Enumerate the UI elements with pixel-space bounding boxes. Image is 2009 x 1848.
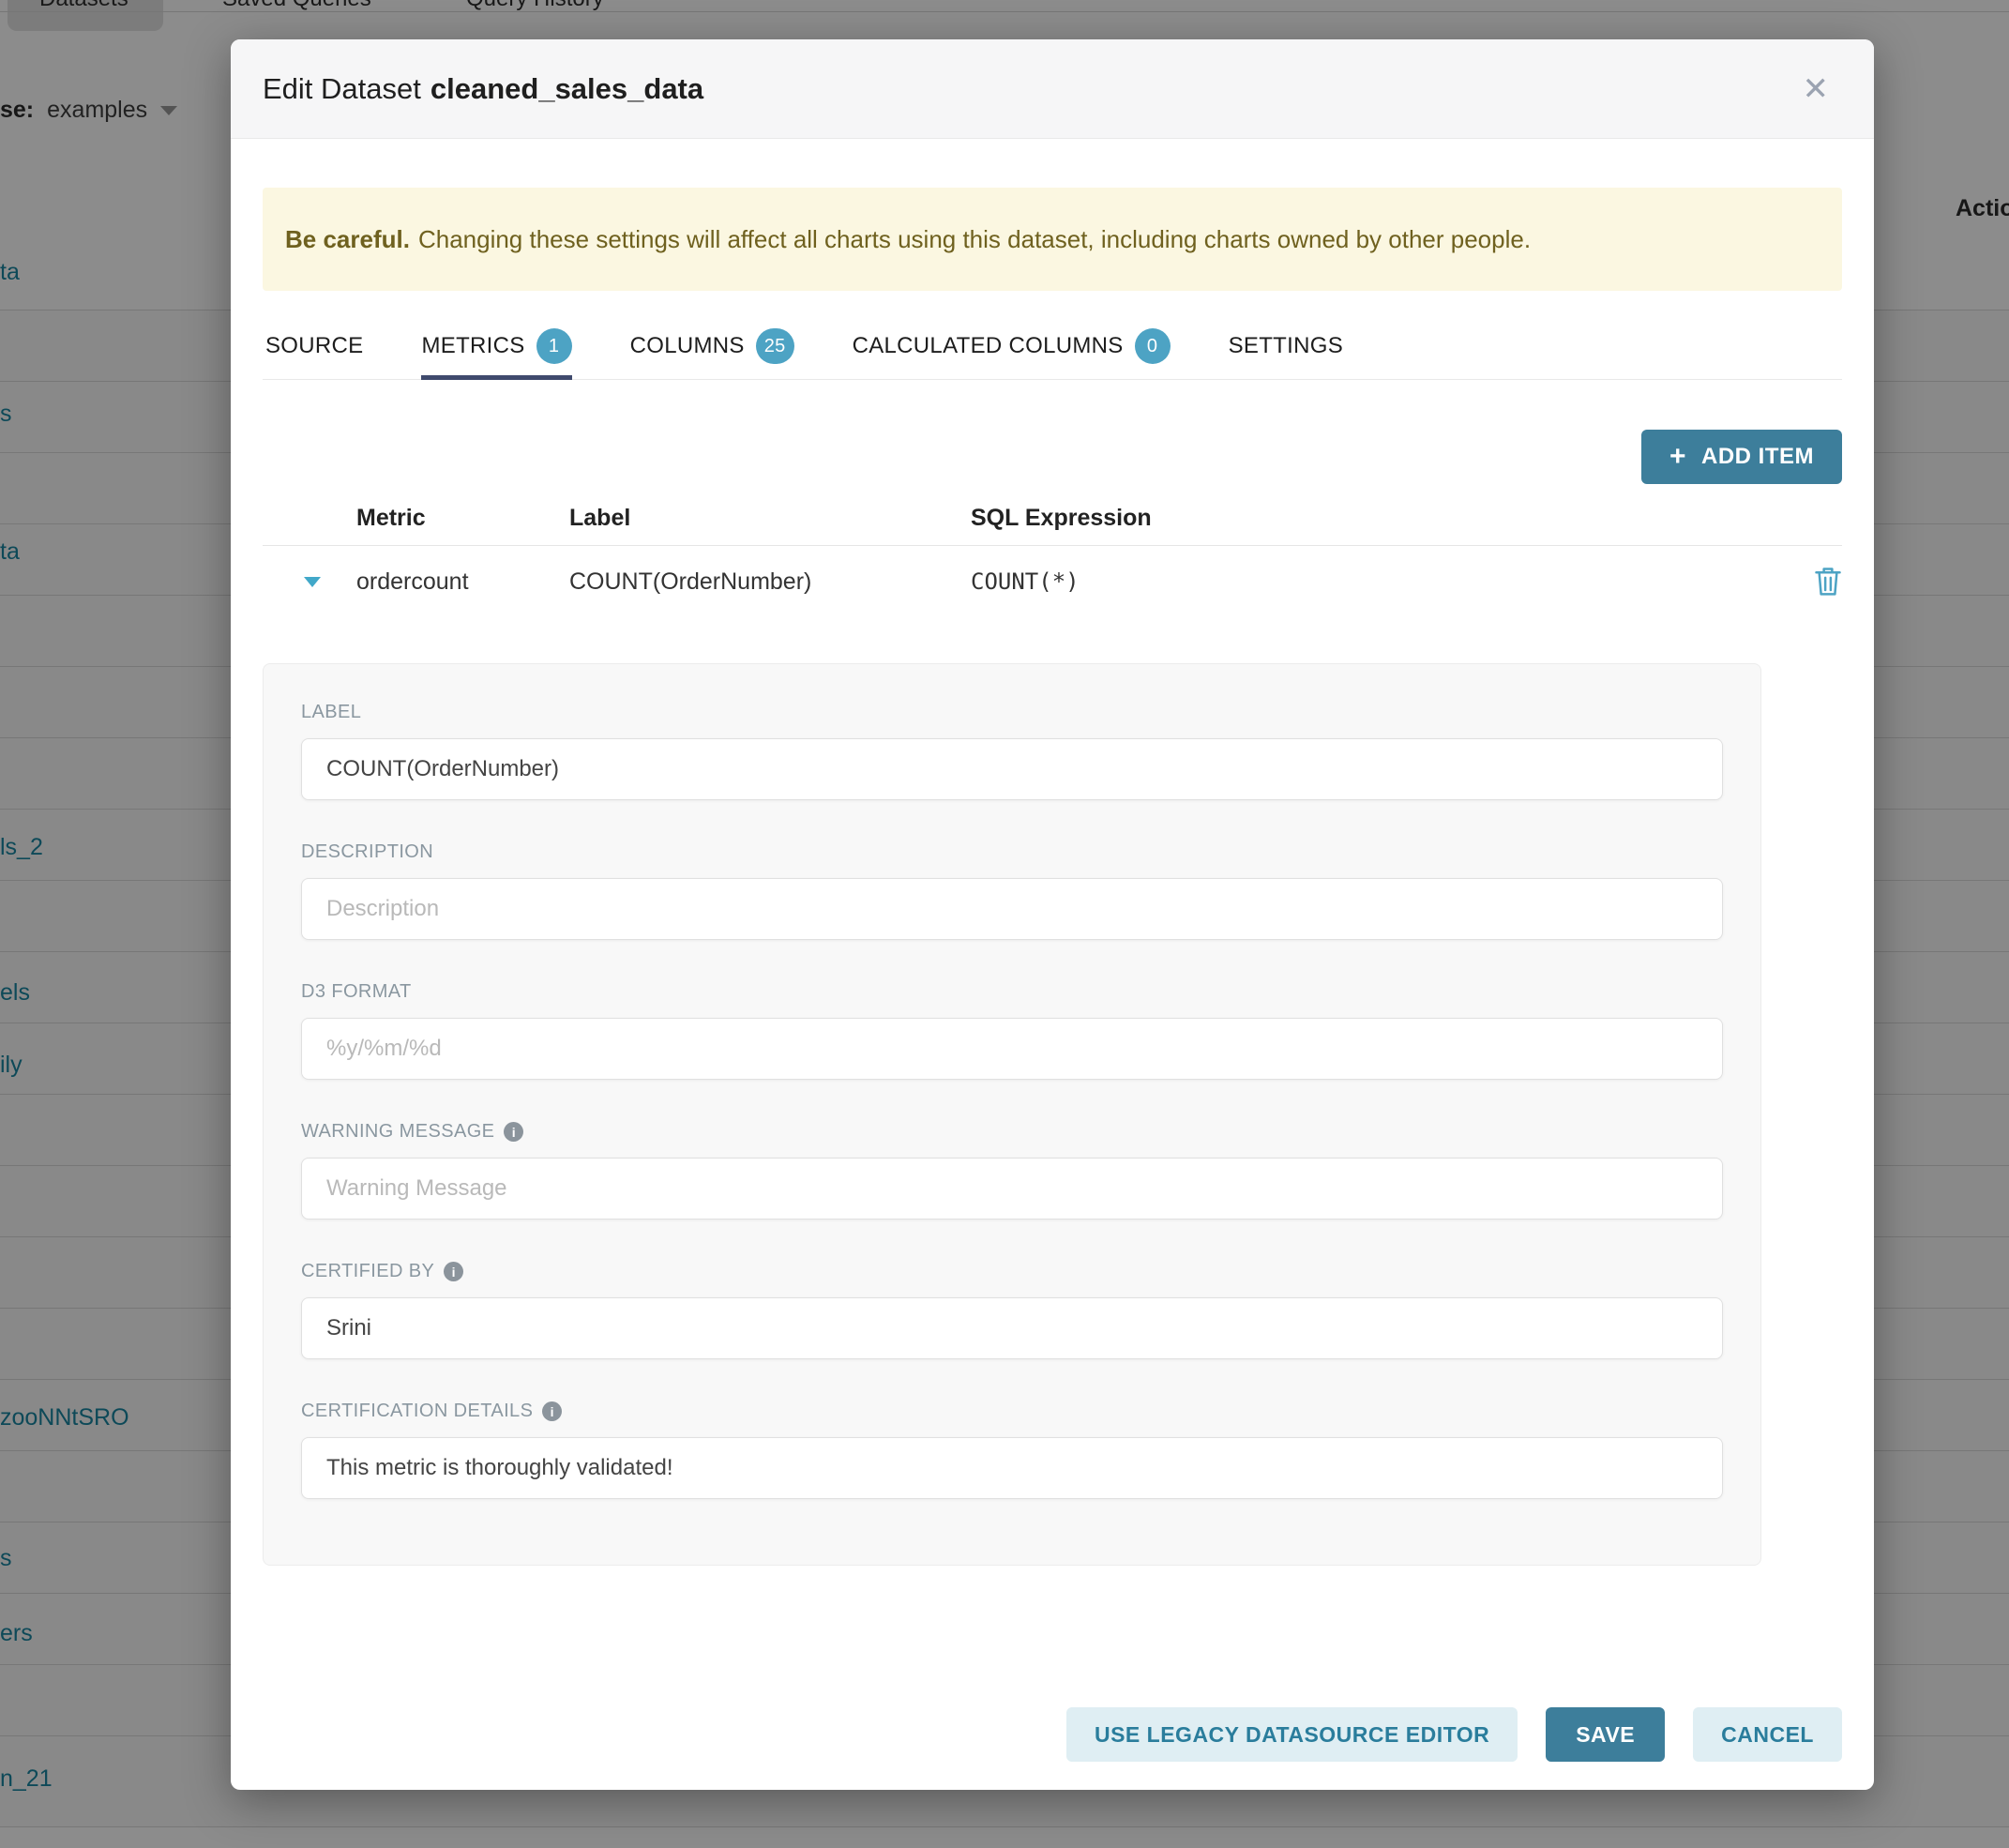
tab-calculated-columns-badge: 0 [1135, 328, 1171, 364]
save-button[interactable]: SAVE [1546, 1707, 1665, 1762]
modal-body: Be careful. Changing these settings will… [231, 139, 1874, 1790]
plus-icon: + [1669, 443, 1686, 471]
info-icon[interactable]: i [504, 1122, 523, 1142]
metrics-header-sql: SQL Expression [971, 505, 1786, 532]
tab-metrics[interactable]: METRICS 1 [421, 328, 571, 380]
modal-footer: USE LEGACY DATASOURCE EDITOR SAVE CANCEL [263, 1707, 1842, 1790]
label-input[interactable] [301, 738, 1723, 800]
warning-banner: Be careful. Changing these settings will… [263, 188, 1842, 291]
certified-by-field-label: CERTIFIED BY i [301, 1261, 1723, 1282]
metric-row: ordercount COUNT(OrderNumber) COUNT(*) [263, 546, 1842, 617]
tab-columns-label: COLUMNS [630, 333, 745, 359]
metrics-header-label: Label [569, 505, 971, 532]
certified-by-field-label-text: CERTIFIED BY [301, 1261, 434, 1282]
metrics-header-metric: Metric [356, 505, 569, 532]
add-item-button[interactable]: + ADD ITEM [1641, 430, 1842, 484]
tab-source[interactable]: SOURCE [265, 328, 363, 380]
metric-sql-expression: COUNT(*) [971, 568, 1786, 595]
description-input[interactable] [301, 878, 1723, 940]
certification-details-field-label-text: CERTIFICATION DETAILS [301, 1401, 533, 1422]
tab-source-label: SOURCE [265, 333, 363, 359]
metrics-table-header: Metric Label SQL Expression [263, 505, 1842, 546]
d3-format-field-label: D3 FORMAT [301, 981, 1723, 1003]
use-legacy-datasource-editor-button[interactable]: USE LEGACY DATASOURCE EDITOR [1066, 1707, 1518, 1762]
tab-settings[interactable]: SETTINGS [1229, 328, 1343, 380]
certification-details-field-label: CERTIFICATION DETAILS i [301, 1401, 1723, 1422]
metric-name: ordercount [356, 568, 569, 596]
dataset-name: cleaned_sales_data [430, 72, 703, 105]
certification-details-input[interactable] [301, 1437, 1723, 1499]
description-field-label: DESCRIPTION [301, 841, 1723, 863]
warning-banner-text: Changing these settings will affect all … [418, 225, 1531, 254]
tab-columns-badge: 25 [756, 328, 794, 364]
d3-format-input[interactable] [301, 1018, 1723, 1080]
description-field-label-text: DESCRIPTION [301, 841, 433, 863]
metric-detail-panel: LABEL DESCRIPTION D3 FORMAT WARNING MESS… [263, 663, 1761, 1566]
certified-by-input[interactable] [301, 1297, 1723, 1359]
warning-message-field-label: WARNING MESSAGE i [301, 1121, 1723, 1143]
modal-title: Edit Dataset cleaned_sales_data [263, 72, 703, 106]
tab-metrics-badge: 1 [536, 328, 572, 364]
warning-message-input[interactable] [301, 1158, 1723, 1219]
tab-settings-label: SETTINGS [1229, 333, 1343, 359]
modal-title-prefix: Edit Dataset [263, 72, 421, 105]
add-item-label: ADD ITEM [1701, 444, 1814, 470]
tab-calculated-columns-label: CALCULATED COLUMNS [853, 333, 1124, 359]
edit-dataset-modal: Edit Dataset cleaned_sales_data ✕ Be care… [231, 39, 1874, 1790]
metric-label: COUNT(OrderNumber) [569, 568, 971, 596]
cancel-button[interactable]: CANCEL [1693, 1707, 1842, 1762]
modal-tabs: SOURCE METRICS 1 COLUMNS 25 CALCULATED C… [263, 328, 1842, 380]
delete-metric-button[interactable] [1814, 565, 1842, 599]
d3-format-field-label-text: D3 FORMAT [301, 981, 412, 1003]
warning-message-field-label-text: WARNING MESSAGE [301, 1121, 494, 1143]
collapse-caret-icon[interactable] [304, 577, 321, 587]
tab-columns[interactable]: COLUMNS 25 [630, 328, 794, 380]
tab-calculated-columns[interactable]: CALCULATED COLUMNS 0 [853, 328, 1171, 380]
info-icon[interactable]: i [542, 1401, 562, 1421]
trash-icon [1814, 565, 1842, 597]
add-item-row: + ADD ITEM [263, 430, 1842, 484]
warning-banner-bold: Be careful. [285, 225, 410, 254]
modal-header: Edit Dataset cleaned_sales_data ✕ [231, 39, 1874, 139]
info-icon[interactable]: i [444, 1262, 463, 1281]
label-field-label-text: LABEL [301, 702, 361, 723]
close-icon[interactable]: ✕ [1797, 72, 1835, 106]
tab-metrics-label: METRICS [421, 333, 524, 359]
label-field-label: LABEL [301, 702, 1723, 723]
